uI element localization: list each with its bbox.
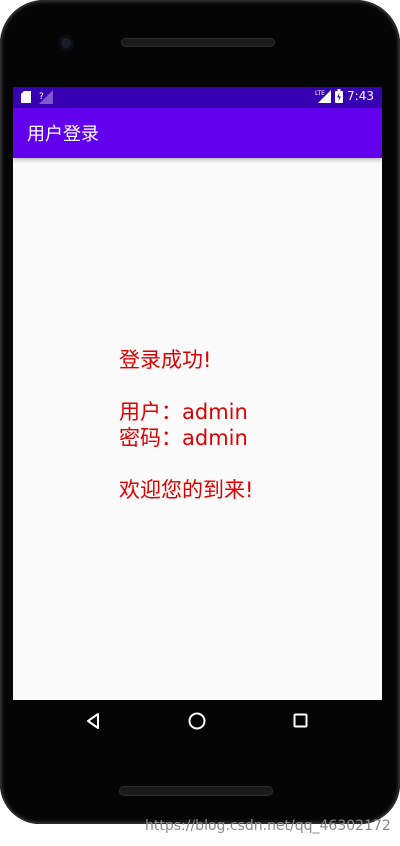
home-icon[interactable]	[188, 712, 206, 730]
svg-text:?: ?	[39, 92, 44, 102]
app-title: 用户登录	[27, 124, 99, 145]
welcome-text: 欢迎您的到来!	[119, 478, 254, 502]
top-speaker	[121, 38, 275, 47]
username-text: 用户：admin	[119, 400, 248, 424]
sd-card-icon	[21, 91, 31, 103]
blog-watermark: https://blog.csdn.net/qq_46302172	[145, 818, 391, 834]
signal-unknown-icon: ?	[39, 90, 53, 104]
login-result-message: 登录成功! 用户：admin 密码：admin 欢迎您的到来!	[119, 347, 253, 503]
lte-signal-icon: LTE	[315, 90, 332, 103]
app-bar: 用户登录	[13, 108, 382, 158]
phone-frame: ? LTE 7:43 用户登录 登录成功! 用户：admin 密码：admin …	[0, 0, 400, 824]
battery-icon	[335, 89, 344, 103]
recents-icon[interactable]	[293, 713, 309, 729]
svg-text:LTE: LTE	[315, 90, 325, 97]
front-camera	[58, 35, 74, 51]
password-text: 密码：admin	[119, 426, 248, 450]
status-time: 7:43	[347, 89, 374, 103]
status-bar: ? LTE 7:43	[13, 87, 382, 108]
navigation-bar	[13, 700, 382, 744]
bottom-speaker	[119, 786, 273, 796]
back-icon[interactable]	[85, 712, 101, 730]
login-success-text: 登录成功!	[119, 348, 212, 372]
screen: ? LTE 7:43 用户登录 登录成功! 用户：admin 密码：admin …	[13, 87, 382, 700]
